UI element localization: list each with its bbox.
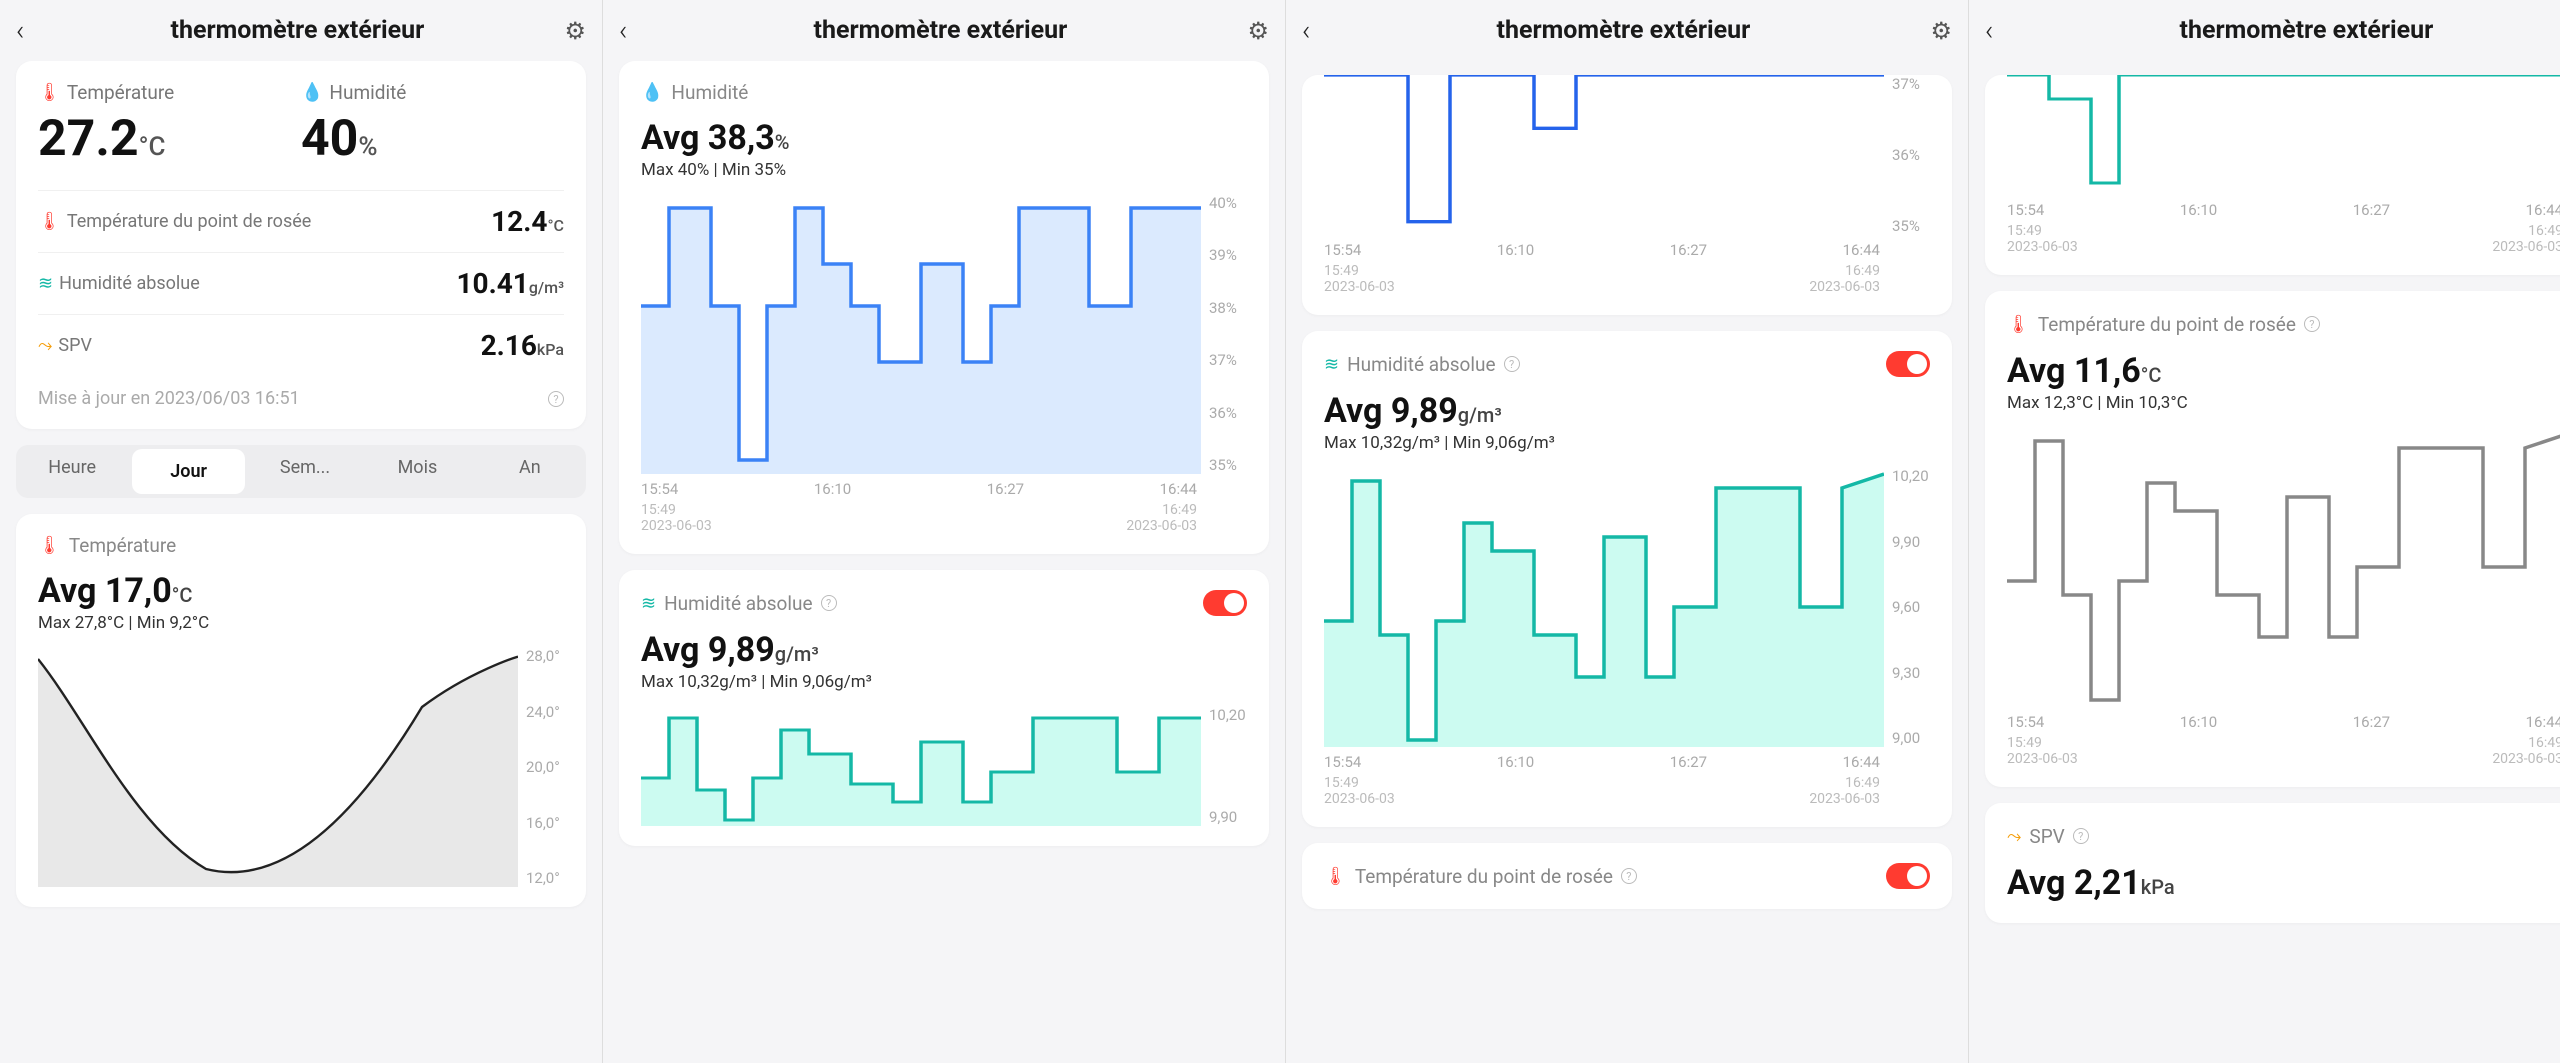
seg-year[interactable]: An (474, 445, 586, 498)
spv-label: SPV (58, 335, 92, 356)
dew-value: 12.4°C (491, 205, 564, 238)
updated-label: Mise à jour en 2023/06/03 16:51 (38, 388, 300, 409)
page-title: thermomètre extérieur (1999, 16, 2560, 45)
abs-toggle[interactable] (1203, 590, 1247, 616)
temp-chart-title: Température (69, 534, 176, 557)
hum-label: Humidité (329, 81, 406, 104)
hum-chart-title: Humidité (671, 81, 748, 104)
temp-chart-avg: Avg 17,0°C (38, 571, 564, 611)
droplet-icon: 💧 (301, 82, 323, 103)
abs-chart-fragment (2007, 75, 2560, 195)
abs-chart-title: Humidité absolue (1347, 353, 1495, 376)
temp-chart-minmax: Max 27,8°C | Min 9,2°C (38, 613, 564, 633)
back-button[interactable]: ‹ (16, 14, 24, 47)
seg-month[interactable]: Mois (361, 445, 473, 498)
hum-header: 💧 Humidité (301, 81, 564, 104)
abs-label: Humidité absolue (59, 273, 200, 294)
spv-icon: ⤳ (38, 335, 52, 356)
abs-chart (1324, 467, 1884, 747)
hum-chart-fragment (1324, 75, 1884, 235)
abs-humidity-icon: ≋ (1324, 354, 1339, 375)
temp-chart (38, 647, 518, 887)
gear-icon[interactable]: ⚙ (1247, 17, 1269, 45)
abs-chart-avg: Avg 9,89g/m³ (1324, 391, 1930, 431)
abs-chart-minmax: Max 10,32g/m³ | Min 9,06g/m³ (1324, 433, 1930, 453)
thermometer-icon: 🌡 (38, 535, 61, 556)
thermometer-icon: 🌡 (38, 82, 61, 103)
droplet-icon: 💧 (641, 82, 663, 103)
hum-chart-avg: Avg 38,3% (641, 118, 1247, 158)
gear-icon[interactable]: ⚙ (564, 17, 586, 45)
abs-humidity-icon: ≋ (38, 273, 53, 294)
dewpoint-icon: 🌡 (2007, 314, 2030, 335)
dew-chart-avg: Avg 11,6°C (2007, 351, 2560, 391)
abs-chart-avg: Avg 9,89g/m³ (641, 630, 1247, 670)
back-button[interactable]: ‹ (1302, 14, 1310, 47)
seg-day[interactable]: Jour (132, 449, 244, 494)
spv-chart-avg: Avg 2,21kPa (2007, 863, 2560, 903)
back-button[interactable]: ‹ (619, 14, 627, 47)
abs-chart-title: Humidité absolue (664, 592, 812, 615)
dew-chart-minmax: Max 12,3°C | Min 10,3°C (2007, 393, 2560, 413)
hum-chart-minmax: Max 40% | Min 35% (641, 160, 1247, 180)
abs-value: 10.41g/m³ (456, 267, 564, 300)
gear-icon[interactable]: ⚙ (1930, 17, 1952, 45)
abs-chart-minmax: Max 10,32g/m³ | Min 9,06g/m³ (641, 672, 1247, 692)
spv-chart-title: SPV (2029, 825, 2064, 848)
abs-chart-fragment (641, 706, 1201, 826)
dew-chart-title: Température du point de rosée (2038, 313, 2296, 336)
temp-label: Température (67, 81, 174, 104)
page-title: thermomètre extérieur (1316, 16, 1930, 45)
info-icon[interactable]: ? (821, 595, 837, 611)
spv-icon: ⤳ (2007, 826, 2021, 847)
dew-toggle[interactable] (1886, 863, 1930, 889)
page-title: thermomètre extérieur (633, 16, 1247, 45)
info-icon[interactable]: ? (2304, 316, 2320, 332)
spv-value: 2.16kPa (481, 329, 564, 362)
seg-week[interactable]: Sem... (249, 445, 361, 498)
info-icon[interactable]: ? (1504, 356, 1520, 372)
info-icon[interactable]: ? (1621, 868, 1637, 884)
dew-label: Température du point de rosée (67, 211, 311, 232)
time-range-segmented[interactable]: Heure Jour Sem... Mois An (16, 445, 586, 498)
dew-chart (2007, 427, 2560, 707)
hum-chart (641, 194, 1201, 474)
dewpoint-icon: 🌡 (1324, 866, 1347, 887)
temp-header: 🌡 Température (38, 81, 301, 104)
info-icon[interactable]: ? (548, 391, 564, 407)
dew-chart-title: Température du point de rosée (1355, 865, 1613, 888)
page-title: thermomètre extérieur (30, 16, 564, 45)
abs-toggle[interactable] (1886, 351, 1930, 377)
temp-value: 27.2°C (38, 110, 301, 168)
abs-humidity-icon: ≋ (641, 593, 656, 614)
back-button[interactable]: ‹ (1985, 14, 1993, 47)
hum-value: 40% (301, 110, 564, 168)
dewpoint-icon: 🌡 (38, 211, 61, 232)
info-icon[interactable]: ? (2073, 828, 2089, 844)
seg-hour[interactable]: Heure (16, 445, 128, 498)
